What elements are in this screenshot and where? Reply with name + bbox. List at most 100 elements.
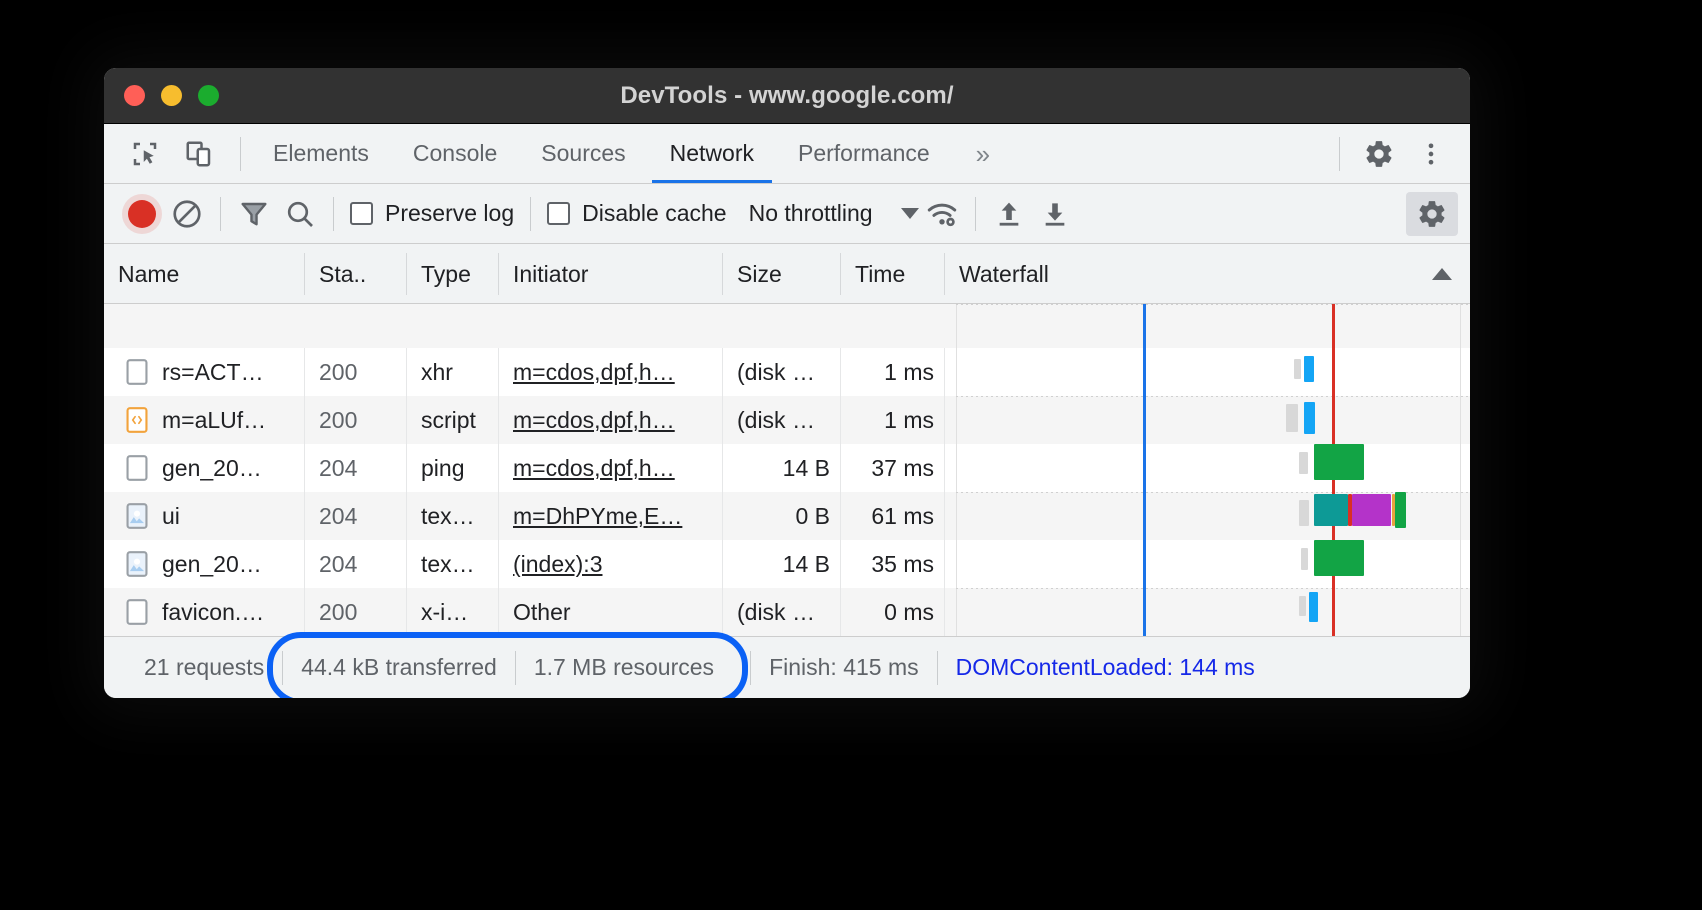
wifi-settings-icon[interactable]: [919, 191, 965, 237]
column-header-type[interactable]: Type: [406, 252, 498, 295]
settings-gear-icon[interactable]: [1356, 131, 1402, 177]
request-name-label: gen_20…: [162, 455, 262, 481]
table-row[interactable]: ui 204 tex… m=DhPYme,E… 0 B 61 ms: [104, 492, 1470, 540]
search-button[interactable]: [277, 191, 323, 237]
toolbar-divider-4: [974, 196, 976, 231]
request-type-cell: script: [406, 396, 498, 444]
finish-time: Finish: 415 ms: [769, 654, 919, 680]
request-status-cell: 200: [304, 348, 406, 396]
table-row[interactable]: rs=ACT… 200 xhr m=cdos,dpf,h… (disk … 1 …: [104, 348, 1470, 396]
sort-ascending-icon: [1432, 267, 1452, 280]
table-row[interactable]: favicon.… 200 x-i… Other (disk … 0 ms: [104, 588, 1470, 636]
column-header-initiator[interactable]: Initiator: [498, 252, 722, 295]
tab-label: Performance: [798, 140, 930, 166]
document-icon: [126, 599, 148, 625]
export-har-download-arrow-icon[interactable]: [1032, 191, 1078, 237]
network-settings-gear-icon[interactable]: [1406, 191, 1458, 236]
request-time-cell: 61 ms: [840, 492, 944, 540]
traffic-light-controls: [124, 85, 219, 106]
request-initiator-cell[interactable]: (index):3: [498, 540, 722, 588]
script-icon: [126, 407, 148, 433]
transfer-summary-highlight: 44.4 kB transferred 1.7 MB resources: [267, 631, 749, 698]
window-titlebar: DevTools - www.google.com/: [104, 68, 1470, 124]
more-tabs-icon[interactable]: »: [952, 141, 1014, 167]
more-vertical-icon[interactable]: [1408, 131, 1454, 177]
screenshot-root: DevTools - www.google.com/ Elements Cons…: [0, 0, 1702, 910]
request-size-cell: (disk …: [722, 396, 840, 444]
column-header-size[interactable]: Size: [722, 252, 840, 295]
request-name-cell[interactable]: gen_20…: [104, 540, 304, 588]
preserve-log-box[interactable]: [350, 202, 373, 225]
column-header-time[interactable]: Time: [840, 252, 944, 295]
dom-content-loaded-time: DOMContentLoaded: 144 ms: [955, 654, 1255, 680]
request-name-cell[interactable]: rs=ACT…: [104, 348, 304, 396]
toolbar-divider-3: [530, 196, 532, 231]
clear-button[interactable]: [164, 191, 210, 237]
document-icon: [126, 359, 148, 385]
request-status-cell: 200: [304, 396, 406, 444]
initiator-link[interactable]: m=cdos,dpf,h…: [513, 359, 675, 385]
request-name-label: gen_20…: [162, 551, 262, 577]
column-header-name[interactable]: Name: [104, 253, 304, 295]
disable-cache-checkbox[interactable]: Disable cache: [541, 200, 732, 227]
toolbar-divider-2: [333, 196, 334, 231]
device-toolbar-icon[interactable]: [176, 131, 222, 177]
network-toolbar-right: [1406, 191, 1470, 236]
request-name-cell[interactable]: gen_20…: [104, 444, 304, 492]
minimize-window-icon[interactable]: [161, 85, 182, 106]
zoom-window-icon[interactable]: [198, 85, 219, 106]
close-window-icon[interactable]: [124, 85, 145, 106]
column-header-status[interactable]: Sta..: [304, 252, 406, 295]
initiator-link[interactable]: m=DhPYme,E…: [513, 503, 682, 529]
request-initiator-cell[interactable]: m=cdos,dpf,h…: [498, 348, 722, 396]
request-size-cell: 14 B: [722, 444, 840, 492]
initiator-link[interactable]: (index):3: [513, 551, 602, 577]
request-initiator-cell[interactable]: m=cdos,dpf,h…: [498, 444, 722, 492]
disable-cache-box[interactable]: [547, 202, 571, 225]
request-name-cell[interactable]: m=aLUf…: [104, 396, 304, 444]
devtools-tabstrip: Elements Console Sources Network Perform…: [104, 124, 1470, 184]
record-button[interactable]: [120, 192, 164, 236]
transferred-size: 44.4 kB transferred: [301, 654, 497, 680]
tab-label: Sources: [541, 140, 626, 166]
request-name-label: rs=ACT…: [162, 359, 264, 385]
request-size-cell: (disk …: [722, 348, 840, 396]
tab-elements[interactable]: Elements: [251, 124, 391, 183]
request-waterfall-cell: [944, 492, 1470, 540]
tab-sources[interactable]: Sources: [519, 124, 647, 183]
initiator-link[interactable]: m=cdos,dpf,h…: [513, 407, 675, 433]
request-initiator-cell[interactable]: m=DhPYme,E…: [498, 492, 722, 540]
requests-count: 21 requests: [144, 654, 265, 680]
filter-button[interactable]: [231, 191, 277, 237]
disable-cache-label: Disable cache: [582, 200, 727, 226]
table-body: rs=ACT… 200 xhr m=cdos,dpf,h… (disk … 1 …: [104, 304, 1470, 636]
request-waterfall-cell: [944, 396, 1470, 444]
request-name-cell[interactable]: ui: [104, 492, 304, 540]
throttling-select[interactable]: No throttling: [733, 200, 919, 227]
preserve-log-checkbox[interactable]: Preserve log: [344, 200, 520, 227]
request-initiator-cell[interactable]: m=cdos,dpf,h…: [498, 396, 722, 444]
tab-console[interactable]: Console: [391, 124, 519, 183]
request-waterfall-cell: [944, 588, 1470, 636]
tabstrip-right-divider: [1339, 136, 1340, 171]
request-waterfall-cell: [944, 348, 1470, 396]
request-type-cell: xhr: [406, 348, 498, 396]
import-har-upload-arrow-icon[interactable]: [986, 191, 1032, 237]
request-status-cell: 204: [304, 444, 406, 492]
request-waterfall-cell: [944, 540, 1470, 588]
column-header-waterfall[interactable]: Waterfall: [944, 252, 1470, 295]
inspect-element-icon[interactable]: [122, 131, 168, 177]
table-row[interactable]: gen_20… 204 ping m=cdos,dpf,h… 14 B 37 m…: [104, 444, 1470, 492]
table-row[interactable]: gen_20… 204 tex… (index):3 14 B 35 ms: [104, 540, 1470, 588]
tab-network[interactable]: Network: [648, 124, 776, 183]
request-name-cell[interactable]: favicon.…: [104, 588, 304, 636]
tab-label: Network: [669, 140, 754, 166]
table-row[interactable]: m=aLUf… 200 script m=cdos,dpf,h… (disk ……: [104, 396, 1470, 444]
tab-performance[interactable]: Performance: [776, 124, 952, 183]
request-name-label: ui: [162, 503, 180, 529]
request-type-cell: ping: [406, 444, 498, 492]
request-name-label: m=aLUf…: [162, 407, 267, 433]
tabstrip-tool-icons: [104, 131, 251, 177]
initiator-link[interactable]: m=cdos,dpf,h…: [513, 455, 675, 481]
image-icon: [126, 503, 148, 529]
